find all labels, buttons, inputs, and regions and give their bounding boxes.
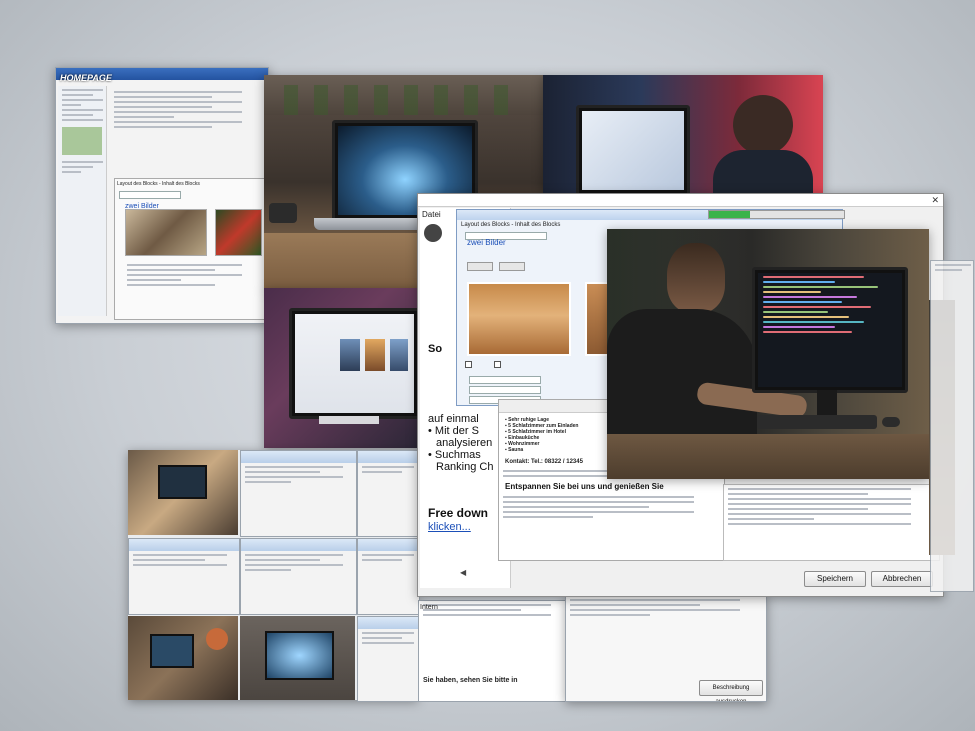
sidebar-thumbnail (62, 127, 102, 155)
bottom-center-snippet: Sie haben, sehen Sie bitte in (418, 600, 570, 702)
kitchen-image (467, 282, 571, 356)
fragment-2: analysieren (436, 437, 493, 449)
collage-photo-1 (128, 450, 238, 535)
collage-photo-3 (240, 616, 355, 700)
top-left-settings (110, 88, 260, 168)
neon-monitor (576, 105, 690, 193)
klicken-link[interactable]: klicken... (428, 521, 471, 533)
images-label: zwei Bilder (467, 238, 506, 247)
left-fragments: auf einmal • Mit der S analysieren • Suc… (428, 413, 493, 473)
developer-coding-photo (607, 229, 929, 479)
block-layout-title: Layout des Blocks - Inhalt des Blocks (461, 222, 561, 228)
purple-monitor (289, 308, 420, 419)
cancel-button[interactable]: Abbrechen (871, 571, 933, 587)
top-left-block-title: Layout des Blocks - Inhalt des Blocks (117, 181, 200, 187)
bottom-left-collage (128, 450, 420, 702)
monitor-stand (817, 390, 837, 415)
top-left-sidebar (58, 86, 107, 316)
collage-window-2 (357, 450, 420, 537)
neon-developer-photo (543, 75, 823, 193)
mouse (882, 417, 900, 427)
progress-strip (708, 210, 845, 219)
fragment-1: • Mit der S (428, 425, 479, 437)
leopard-image (125, 209, 207, 256)
free-download-label: Free down (428, 506, 489, 520)
right-edge-window (930, 260, 974, 592)
fragment-4: Ranking Ch (436, 461, 494, 473)
developer-head (667, 243, 725, 313)
keyboard (757, 415, 877, 429)
dialog-close-icon[interactable]: ✕ (931, 195, 939, 206)
collage-window-3 (128, 538, 240, 615)
homepage-logo: HOMEPAGE (60, 73, 112, 83)
save-button[interactable]: Speichern (804, 571, 866, 587)
app-logo-icon (424, 224, 442, 242)
collage-window-5 (357, 538, 420, 615)
collage-window-1 (240, 450, 357, 537)
top-left-inner-dialog: Layout des Blocks - Inhalt des Blocks zw… (114, 178, 266, 320)
bottom-right-window: Beschreibung ausdrucken (565, 595, 767, 702)
fragment-3: • Suchmas (428, 449, 481, 461)
print-description-button[interactable]: Beschreibung ausdrucken (699, 680, 763, 701)
man-head (733, 95, 793, 155)
desk-surface (607, 434, 929, 479)
code-monitor (752, 267, 908, 393)
purple-monitor-photo (264, 288, 424, 448)
man-shoulders (713, 150, 813, 193)
left-scroll-arrow-icon[interactable]: ◀ (460, 568, 466, 577)
fragment-0: auf einmal (428, 413, 479, 425)
speaker (269, 203, 297, 223)
right-list-panel (723, 484, 940, 561)
collage-photo-2 (128, 616, 238, 700)
top-left-window: HOMEPAGE Layout des Blocks - Inhalt des … (55, 67, 269, 324)
collage-window-4 (240, 538, 357, 615)
dialog-titlebar (418, 194, 943, 207)
collage-window-6 (357, 616, 420, 702)
intern-label: Intern (420, 604, 438, 611)
bottom-snippet-text: Sie haben, sehen Sie bitte in (423, 677, 518, 684)
editor-heading: Entspannen Sie bei uns und genießen Sie (505, 482, 664, 491)
left-letter: So (428, 343, 443, 355)
flower-image (215, 209, 262, 256)
